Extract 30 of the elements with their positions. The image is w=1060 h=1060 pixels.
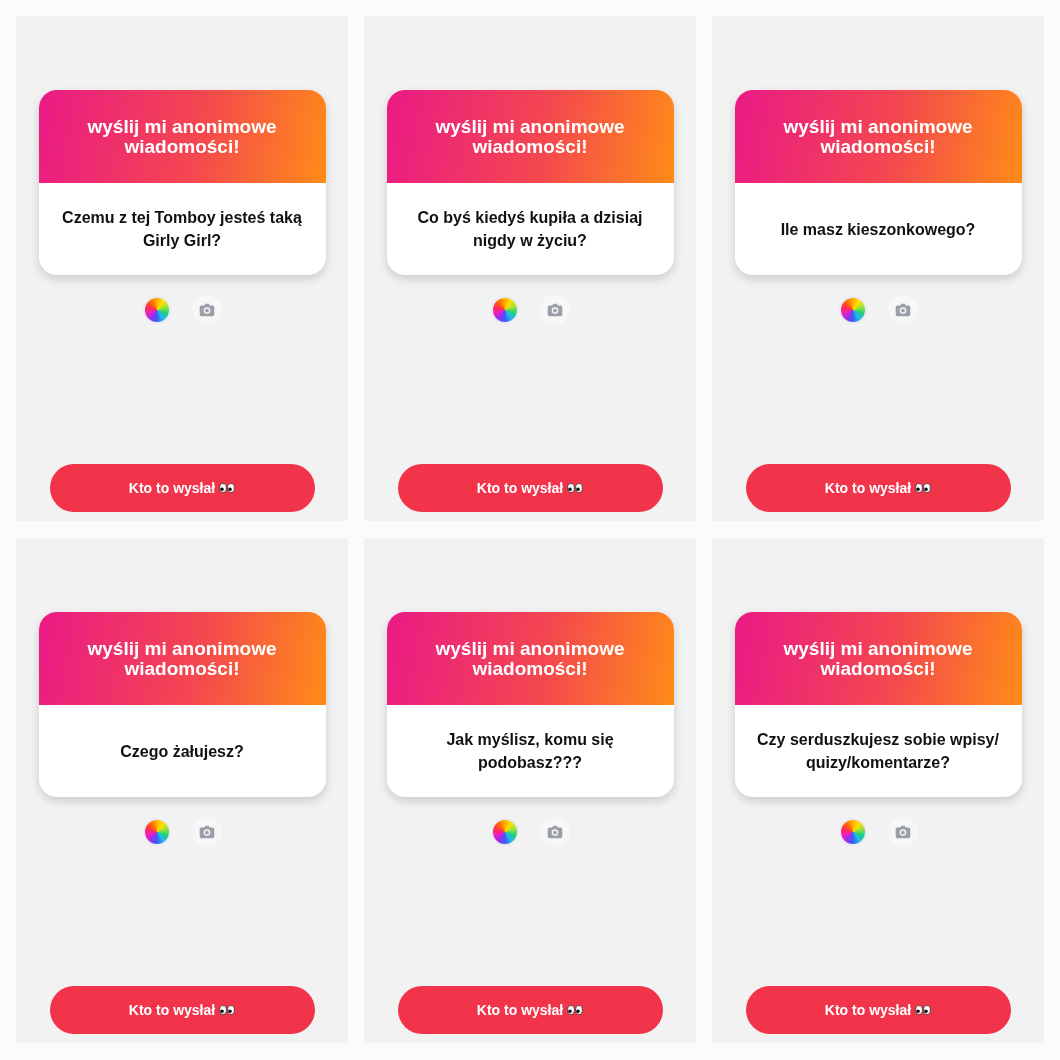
who-sent-button[interactable]: Kto to wysłał (397, 464, 663, 512)
card-header: wyślij mi anonimowe wiadomości! (386, 90, 674, 183)
question-text: Czy serduszkujesz sobie wpisy/quizy/komentarze? (756, 730, 1000, 773)
eyes-icon (219, 1005, 236, 1015)
card-header: wyślij mi anonimowe wiadomości! (386, 612, 674, 705)
who-sent-button[interactable]: Kto to wysłał (397, 986, 663, 1034)
card-header: wyślij mi anonimowe wiadomości! (38, 612, 326, 705)
eyes-icon (915, 483, 932, 493)
color-wheel-icon[interactable] (838, 296, 867, 324)
eyes-icon (915, 1005, 932, 1015)
who-sent-button[interactable]: Kto to wysłał (745, 464, 1011, 512)
who-sent-button[interactable]: Kto to wysłał (745, 986, 1011, 1034)
who-sent-button[interactable]: Kto to wysłał (49, 986, 315, 1034)
question-text: Czego żałujesz? (120, 741, 244, 762)
color-wheel-icon[interactable] (142, 296, 171, 324)
eyes-icon (567, 1005, 584, 1015)
eyes-icon (219, 483, 236, 493)
color-wheel-icon[interactable] (142, 818, 171, 846)
question-text: Co byś kiedyś kupiła a dzisiaj nigdy w życiu? (416, 208, 644, 251)
card-header: wyślij mi anonimowe wiadomości! (734, 90, 1022, 183)
question-text: Jak myślisz, komu się podobasz??? (445, 730, 615, 773)
card-header: wyślij mi anonimowe wiadomości! (734, 612, 1022, 705)
who-sent-button[interactable]: Kto to wysłał (49, 464, 315, 512)
color-wheel-icon[interactable] (490, 296, 519, 324)
card-header: wyślij mi anonimowe wiadomości! (38, 90, 326, 183)
question-text: Czemu z tej Tomboy jesteś taką Girly Girl? (61, 208, 303, 251)
color-wheel-icon[interactable] (490, 818, 519, 846)
question-text: Ile masz kieszonkowego? (780, 219, 976, 240)
color-wheel-icon[interactable] (838, 818, 867, 846)
eyes-icon (567, 483, 584, 493)
